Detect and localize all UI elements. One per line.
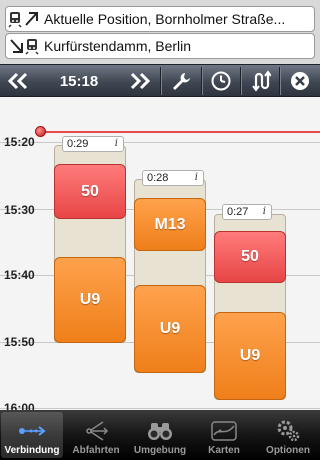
tab-verbindung[interactable]: Verbindung (1, 412, 63, 458)
swap-arrows-icon (252, 70, 271, 92)
double-chevron-right-icon (130, 72, 151, 90)
tab-umgebung[interactable]: Umgebung (129, 412, 191, 458)
current-time-line (40, 131, 320, 133)
connection-duration-3[interactable]: 0:27 i (222, 204, 272, 220)
gears-icon (273, 417, 303, 443)
segment-ubahn-u9[interactable]: U9 (54, 257, 126, 343)
segment-ubahn-u9[interactable]: U9 (134, 285, 206, 373)
tab-label: Abfahrten (72, 445, 120, 456)
tab-label: Karten (208, 445, 240, 456)
double-chevron-left-icon (7, 72, 28, 90)
connection-duration-1[interactable]: 0:29 i (62, 136, 124, 152)
time-label-1540: 15:40 (4, 268, 35, 282)
time-label-1550: 15:50 (4, 335, 35, 349)
tab-bar: Verbindung Abfahrten Umgebung Karten Opt… (0, 410, 320, 460)
destination-text: Kurfürstendamm, Berlin (44, 38, 192, 54)
settings-wrench-button[interactable] (161, 65, 201, 97)
swap-route-button[interactable] (241, 65, 279, 97)
info-icon[interactable]: i (195, 172, 198, 183)
clock-icon (211, 71, 231, 91)
time-selection-button[interactable] (202, 65, 240, 97)
close-button[interactable] (280, 65, 320, 97)
info-icon[interactable]: i (263, 206, 266, 217)
origin-field[interactable]: Aktuelle Position, Bornholmer Straße... (5, 6, 315, 32)
previous-button[interactable] (0, 65, 36, 97)
segment-tram-m13[interactable]: M13 (134, 198, 206, 251)
tab-abfahrten[interactable]: Abfahrten (65, 412, 127, 458)
segment-ubahn-u9[interactable]: U9 (214, 312, 286, 400)
map-icon (209, 417, 239, 443)
route-header: Aktuelle Position, Bornholmer Straße... … (0, 0, 320, 64)
next-button[interactable] (122, 65, 158, 97)
origin-text: Aktuelle Position, Bornholmer Straße... (44, 11, 286, 27)
connection-timeline[interactable]: 15:20 15:30 15:40 15:50 16:00 0:29 i 50 … (0, 97, 320, 410)
info-icon[interactable]: i (115, 138, 118, 149)
segment-bus-50[interactable]: 50 (214, 231, 286, 283)
time-label-1600: 16:00 (4, 401, 35, 410)
time-display[interactable]: 15:18 (36, 65, 122, 97)
wrench-icon (173, 73, 190, 90)
connection-icon (17, 417, 47, 443)
segment-bus-50[interactable]: 50 (54, 164, 126, 219)
tab-label: Umgebung (133, 445, 187, 456)
destination-field[interactable]: Kurfürstendamm, Berlin (5, 33, 315, 59)
connection-duration-2[interactable]: 0:28 i (142, 170, 204, 186)
train-arrow-northeast-icon (6, 8, 44, 30)
time-label-1520: 15:20 (4, 135, 35, 149)
time-label-1530: 15:30 (4, 203, 35, 217)
tab-optionen[interactable]: Optionen (257, 412, 319, 458)
tab-karten[interactable]: Karten (193, 412, 255, 458)
arrow-southeast-train-icon (6, 35, 44, 57)
close-icon (291, 72, 309, 90)
binoculars-icon (145, 417, 175, 443)
tab-label: Verbindung (4, 445, 60, 456)
departure-time: 15:18 (59, 72, 99, 90)
departures-icon (81, 417, 111, 443)
tab-label: Optionen (266, 445, 310, 456)
toolbar: 15:18 (0, 64, 320, 97)
current-time-marker (35, 126, 46, 137)
